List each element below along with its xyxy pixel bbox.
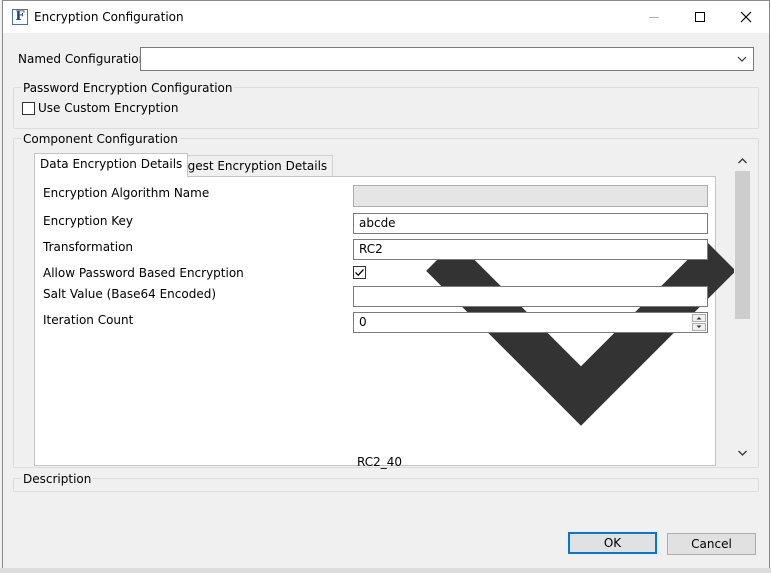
salt-label: Salt Value (Base64 Encoded) — [43, 287, 217, 301]
window-title: Encryption Configuration — [34, 10, 184, 24]
scroll-thumb[interactable] — [735, 171, 750, 319]
iteration-stepper[interactable] — [692, 314, 706, 331]
transformation-input[interactable]: RC2 — [353, 239, 708, 260]
iteration-value: 0 — [359, 315, 367, 329]
maximize-button[interactable] — [677, 1, 723, 33]
transformation-label: Transformation — [43, 240, 134, 254]
bottom-edge — [0, 568, 771, 573]
component-config-caption: Component Configuration — [21, 132, 180, 146]
description-group — [13, 478, 759, 492]
algorithm-label: Encryption Algorithm Name — [43, 186, 210, 200]
use-custom-encryption-checkbox[interactable] — [22, 102, 35, 115]
maximize-icon — [695, 12, 705, 22]
algorithm-value: RC2_40 — [357, 455, 403, 469]
salt-input[interactable] — [353, 286, 708, 307]
close-icon — [740, 11, 752, 23]
password-encryption-caption: Password Encryption Configuration — [21, 81, 235, 95]
tab-data-encryption[interactable]: Data Encryption Details — [34, 153, 189, 177]
close-button[interactable] — [723, 1, 769, 33]
allow-pbe-label: Allow Password Based Encryption — [43, 266, 244, 280]
spin-down-button[interactable] — [692, 323, 706, 331]
use-custom-encryption-label: Use Custom Encryption — [38, 101, 179, 115]
iteration-label: Iteration Count — [43, 313, 134, 327]
encryption-key-label: Encryption Key — [43, 214, 133, 228]
named-config-label: Named Configuration — [18, 52, 147, 66]
description-caption: Description — [21, 472, 94, 486]
minimize-button[interactable] — [631, 1, 677, 33]
title-bar[interactable]: F Encryption Configuration — [3, 1, 769, 33]
scroll-down-icon[interactable] — [734, 444, 751, 461]
encryption-dialog: F Encryption Configuration Named Configu… — [2, 0, 770, 572]
minimize-icon — [649, 16, 659, 18]
named-config-combo[interactable] — [140, 47, 754, 71]
algorithm-combo[interactable]: RC2_40 — [353, 185, 736, 469]
tab-digest-encryption[interactable]: Digest Encryption Details — [169, 155, 334, 177]
spin-up-button[interactable] — [692, 314, 706, 322]
app-icon: F — [12, 9, 28, 25]
data-encryption-panel: Encryption Algorithm Name RC2_40 Encrypt… — [34, 176, 736, 469]
chevron-down-icon — [737, 56, 747, 62]
allow-pbe-checkbox[interactable] — [353, 266, 366, 279]
ok-button[interactable]: OK — [568, 532, 657, 554]
checkmark-icon — [355, 269, 364, 277]
scroll-up-icon[interactable] — [734, 153, 751, 170]
vertical-scrollbar[interactable] — [734, 153, 751, 461]
caret-up-icon — [696, 317, 702, 320]
iteration-spinner[interactable]: 0 — [353, 312, 708, 333]
caret-down-icon — [696, 325, 702, 328]
cancel-button[interactable]: Cancel — [667, 533, 756, 555]
encryption-key-input[interactable]: abcde — [353, 213, 708, 234]
